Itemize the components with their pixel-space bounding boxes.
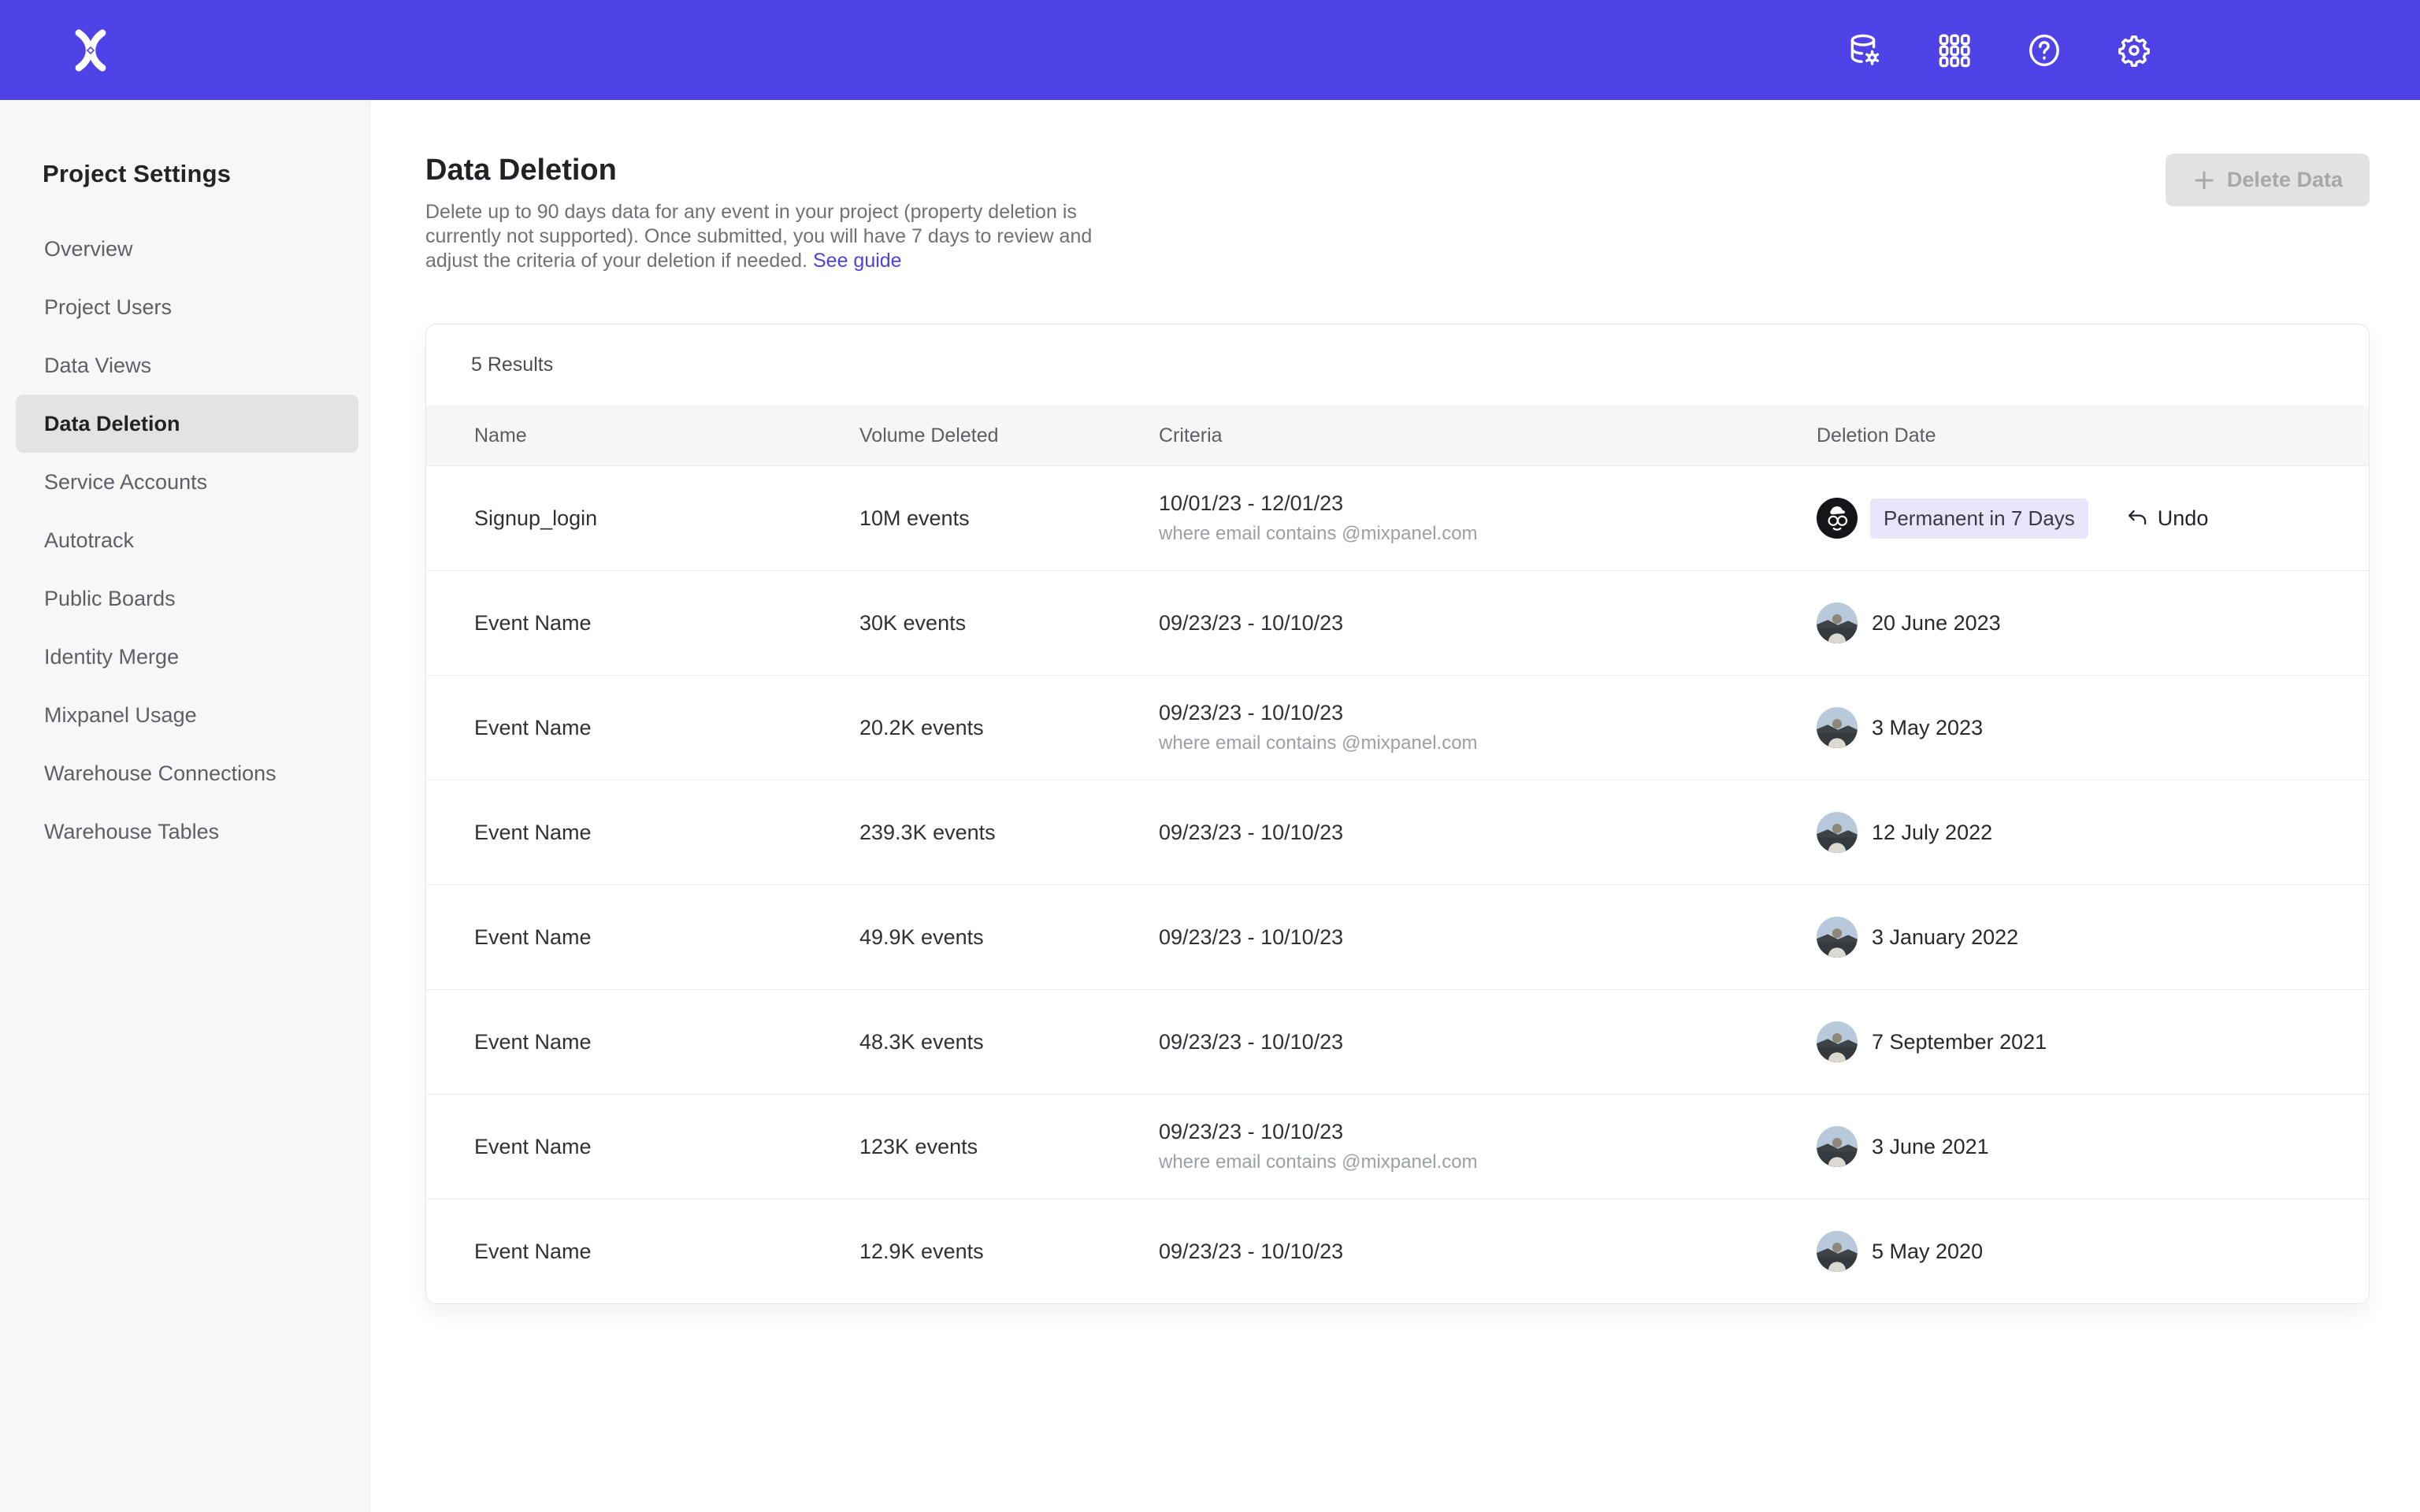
criteria-cell: 10/01/23 - 12/01/23 where email contains… [1159,491,1817,545]
table-row: Signup_login 10M events 10/01/23 - 12/01… [426,465,2369,570]
sidebar-item-warehouse-connections[interactable]: Warehouse Connections [16,744,358,802]
user-avatar [1817,1126,1858,1167]
table-row: Event Name 20.2K events 09/23/23 - 10/10… [426,675,2369,780]
top-navigation-bar [0,0,2420,100]
criteria-subtext: where email contains @mixpanel.com [1159,732,1817,754]
table-row: Event Name 30K events 09/23/23 - 10/10/2… [426,570,2369,675]
event-name-cell: Signup_login [474,506,859,531]
deletion-date-cell: 3 June 2021 [1817,1126,2345,1167]
event-name-cell: Event Name [474,1240,859,1264]
volume-cell: 49.9K events [859,925,1159,950]
sidebar-item-project-users[interactable]: Project Users [16,278,358,336]
sidebar-item-data-views[interactable]: Data Views [16,336,358,395]
criteria-cell: 09/23/23 - 10/10/23 [1159,821,1817,845]
page-description: Delete up to 90 days data for any event … [425,200,1134,273]
see-guide-link[interactable]: See guide [813,250,902,272]
user-avatar [1817,917,1858,958]
sidebar-item-mixpanel-usage[interactable]: Mixpanel Usage [16,686,358,744]
apps-grid-icon[interactable] [1935,31,1974,70]
plus-icon [2192,169,2216,192]
column-header-criteria: Criteria [1159,424,1817,447]
help-icon[interactable] [2025,31,2064,70]
criteria-cell: 09/23/23 - 10/10/23 [1159,1240,1817,1264]
table-row: Event Name 12.9K events 09/23/23 - 10/10… [426,1199,2369,1303]
table-header-row: Name Volume Deleted Criteria Deletion Da… [426,406,2369,465]
sidebar-item-data-deletion[interactable]: Data Deletion [16,395,358,453]
sidebar-item-public-boards[interactable]: Public Boards [16,569,358,628]
table-row: Event Name 239.3K events 09/23/23 - 10/1… [426,780,2369,884]
criteria-cell: 09/23/23 - 10/10/23 where email contains… [1159,1120,1817,1173]
criteria-subtext: where email contains @mixpanel.com [1159,523,1817,545]
column-header-deletion-date: Deletion Date [1817,424,2345,447]
deletion-date-cell: Permanent in 7 Days Undo [1817,498,2345,539]
volume-cell: 239.3K events [859,821,1159,845]
table-row: Event Name 123K events 09/23/23 - 10/10/… [426,1094,2369,1199]
undo-icon [2125,506,2149,531]
sidebar-item-warehouse-tables[interactable]: Warehouse Tables [16,802,358,861]
volume-cell: 10M events [859,506,1159,531]
delete-data-button[interactable]: Delete Data [2166,154,2370,206]
deletion-date-cell: 3 May 2023 [1817,707,2345,748]
event-name-cell: Event Name [474,611,859,636]
user-avatar [1817,498,1858,539]
deletion-date-cell: 7 September 2021 [1817,1021,2345,1062]
deletion-date-cell: 5 May 2020 [1817,1231,2345,1272]
deletion-date-cell: 12 July 2022 [1817,812,2345,853]
sidebar-title: Project Settings [43,160,369,188]
column-header-volume-deleted: Volume Deleted [859,424,1159,447]
event-name-cell: Event Name [474,821,859,845]
criteria-cell: 09/23/23 - 10/10/23 [1159,611,1817,636]
sidebar-item-overview[interactable]: Overview [16,220,358,278]
event-name-cell: Event Name [474,1135,859,1159]
event-name-cell: Event Name [474,1030,859,1054]
sidebar-item-autotrack[interactable]: Autotrack [16,511,358,569]
event-name-cell: Event Name [474,716,859,740]
user-avatar [1817,707,1858,748]
results-table: 5 Results Name Volume Deleted Criteria D… [425,324,2370,1304]
user-avatar [1817,602,1858,643]
user-avatar [1817,1021,1858,1062]
sidebar-item-identity-merge[interactable]: Identity Merge [16,628,358,686]
page-header: Data Deletion Delete up to 90 days data … [425,154,2370,273]
criteria-cell: 09/23/23 - 10/10/23 [1159,1030,1817,1054]
table-row: Event Name 48.3K events 09/23/23 - 10/10… [426,989,2369,1094]
undo-button[interactable]: Undo [2125,506,2209,531]
main-content: Data Deletion Delete up to 90 days data … [370,100,2420,1512]
volume-cell: 12.9K events [859,1240,1159,1264]
criteria-cell: 09/23/23 - 10/10/23 where email contains… [1159,701,1817,754]
criteria-subtext: where email contains @mixpanel.com [1159,1151,1817,1173]
sidebar-item-service-accounts[interactable]: Service Accounts [16,453,358,511]
settings-gear-icon[interactable] [2114,31,2154,70]
mixpanel-logo-icon [66,26,115,75]
volume-cell: 123K events [859,1135,1159,1159]
event-name-cell: Event Name [474,925,859,950]
sidebar: Project Settings Overview Project Users … [0,100,370,1512]
results-count: 5 Results [426,324,2369,406]
user-avatar [1817,1231,1858,1272]
column-header-name: Name [474,424,859,447]
user-avatar [1817,812,1858,853]
data-settings-icon[interactable] [1845,31,1884,70]
deletion-date-cell: 3 January 2022 [1817,917,2345,958]
volume-cell: 48.3K events [859,1030,1159,1054]
table-row: Event Name 49.9K events 09/23/23 - 10/10… [426,884,2369,989]
page-title: Data Deletion [425,154,1134,187]
volume-cell: 30K events [859,611,1159,636]
permanent-badge: Permanent in 7 Days [1870,498,2088,539]
deletion-date-cell: 20 June 2023 [1817,602,2345,643]
criteria-cell: 09/23/23 - 10/10/23 [1159,925,1817,950]
topbar-icon-group [1845,31,2154,70]
mixpanel-logo[interactable] [57,17,124,84]
volume-cell: 20.2K events [859,716,1159,740]
